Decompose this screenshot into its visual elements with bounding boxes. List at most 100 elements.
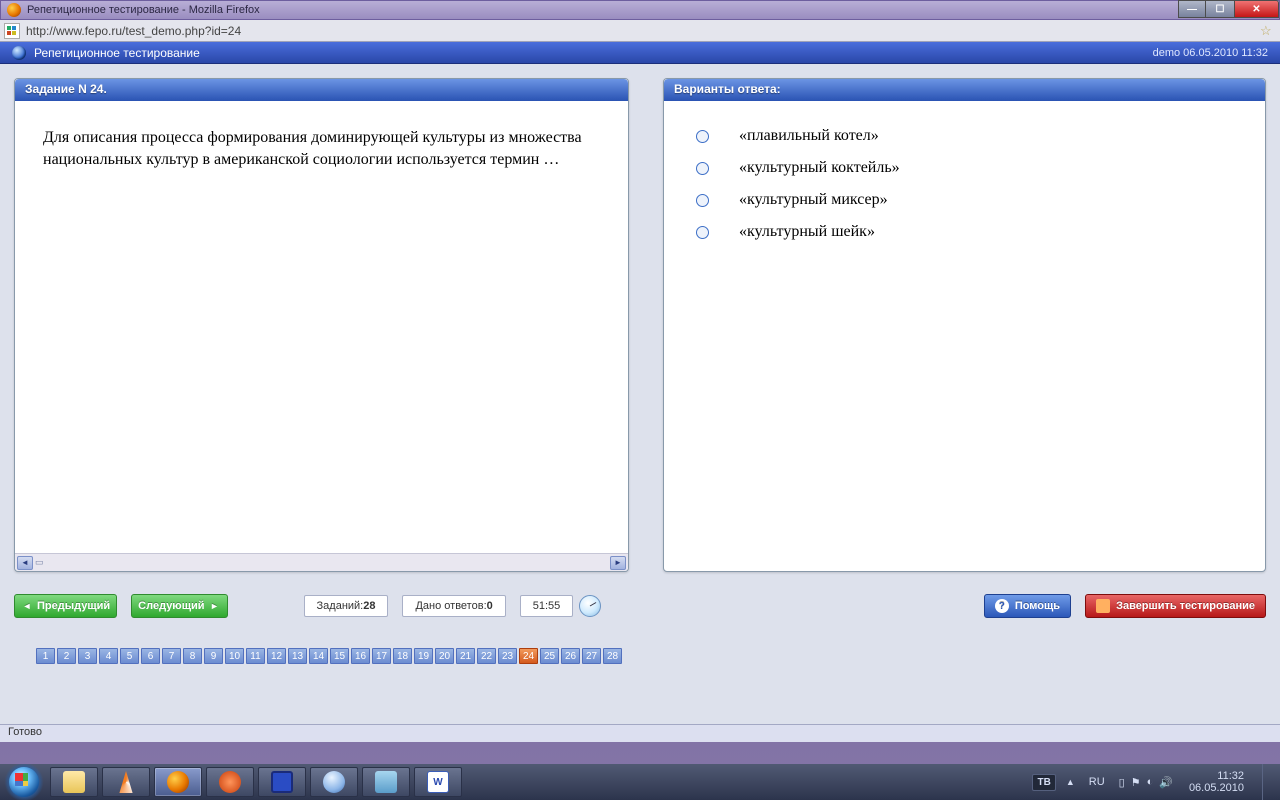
task-number-27[interactable]: 27	[582, 648, 601, 664]
show-desktop-button[interactable]	[1262, 764, 1272, 800]
answer-option-4[interactable]: «культурный шейк»	[692, 223, 1239, 241]
radio-icon[interactable]	[696, 130, 709, 143]
question-text: Для описания процесса формирования домин…	[43, 127, 602, 170]
finish-button[interactable]: Завершить тестирование	[1085, 594, 1266, 618]
task-number-11[interactable]: 11	[246, 648, 265, 664]
window-minimize-button[interactable]: —	[1178, 0, 1206, 18]
help-button[interactable]: ? Помощь	[984, 594, 1071, 618]
task-number-5[interactable]: 5	[120, 648, 139, 664]
tray-language[interactable]: RU	[1085, 774, 1109, 790]
taskbar-explorer[interactable]	[50, 767, 98, 797]
task-number-17[interactable]: 17	[372, 648, 391, 664]
app-title: Репетиционное тестирование	[34, 46, 200, 60]
radio-icon[interactable]	[696, 162, 709, 175]
task-number-25[interactable]: 25	[540, 648, 559, 664]
answer-label: «культурный миксер»	[739, 191, 888, 209]
taskbar-firefox[interactable]	[154, 767, 202, 797]
taskbar-vlc[interactable]	[102, 767, 150, 797]
task-number-24[interactable]: 24	[519, 648, 538, 664]
task-number-18[interactable]: 18	[393, 648, 412, 664]
window-maximize-button[interactable]: ☐	[1205, 0, 1235, 18]
task-number-12[interactable]: 12	[267, 648, 286, 664]
help-label: Помощь	[1015, 600, 1060, 612]
next-button[interactable]: Следующий ►	[131, 594, 227, 618]
site-icon[interactable]	[4, 23, 20, 39]
answer-label: «культурный коктейль»	[739, 159, 900, 177]
task-number-1[interactable]: 1	[36, 648, 55, 664]
task-number-13[interactable]: 13	[288, 648, 307, 664]
tray-network-icon[interactable]: ▯	[1119, 776, 1125, 789]
radio-icon[interactable]	[696, 194, 709, 207]
wmplayer-icon	[219, 771, 241, 793]
bookmark-star-icon[interactable]: ☆	[1260, 23, 1276, 39]
app-header: Репетиционное тестирование demo 06.05.20…	[0, 42, 1280, 64]
tray-date: 06.05.2010	[1189, 782, 1244, 794]
browser-status-bar: Готово	[0, 724, 1280, 742]
task-number-22[interactable]: 22	[477, 648, 496, 664]
floppy-icon	[271, 771, 293, 793]
question-panel: Задание N 24. Для описания процесса форм…	[14, 78, 629, 572]
task-number-20[interactable]: 20	[435, 648, 454, 664]
task-number-14[interactable]: 14	[309, 648, 328, 664]
answer-option-1[interactable]: «плавильный котел»	[692, 127, 1239, 145]
radio-icon[interactable]	[696, 226, 709, 239]
task-number-26[interactable]: 26	[561, 648, 580, 664]
tray-clock[interactable]: 11:32 06.05.2010	[1189, 770, 1244, 794]
tray-volume-icon[interactable]: 🔊	[1159, 776, 1173, 789]
task-number-7[interactable]: 7	[162, 648, 181, 664]
task-number-19[interactable]: 19	[414, 648, 433, 664]
question-panel-title: Задание N 24.	[15, 79, 628, 101]
answered-counter: Дано ответов: 0	[402, 595, 505, 617]
scroll-left-button[interactable]: ◄	[17, 556, 33, 570]
tray-flag-icon[interactable]: ⚑	[1131, 776, 1141, 789]
firefox-icon	[7, 3, 21, 17]
scroll-pager-indicator: ▭	[35, 557, 44, 568]
task-number-2[interactable]: 2	[57, 648, 76, 664]
windows-orb-icon	[9, 767, 39, 797]
start-button[interactable]	[0, 764, 48, 800]
picture-icon	[375, 771, 397, 793]
task-number-15[interactable]: 15	[330, 648, 349, 664]
next-button-label: Следующий	[138, 600, 204, 612]
window-close-button[interactable]: ✕	[1234, 0, 1279, 18]
task-number-28[interactable]: 28	[603, 648, 622, 664]
taskbar-floppy[interactable]	[258, 767, 306, 797]
task-number-8[interactable]: 8	[183, 648, 202, 664]
taskbar-pictures[interactable]	[362, 767, 410, 797]
task-number-16[interactable]: 16	[351, 648, 370, 664]
exit-icon	[1096, 599, 1110, 613]
windows-taskbar: W ТВ ▲ RU ▯ ⚑ ◐ 🔊 11:32 06.05.2010	[0, 764, 1280, 800]
answers-panel: Варианты ответа: «плавильный котел»«куль…	[663, 78, 1266, 572]
task-number-23[interactable]: 23	[498, 648, 517, 664]
tray-updates-icon[interactable]: ◐	[1147, 776, 1154, 788]
timer-value: 51:55	[520, 595, 574, 617]
prev-button-label: Предыдущий	[37, 600, 110, 612]
scroll-right-button[interactable]: ►	[610, 556, 626, 570]
url-text[interactable]: http://www.fepo.ru/test_demo.php?id=24	[26, 24, 1260, 38]
task-number-6[interactable]: 6	[141, 648, 160, 664]
address-bar: http://www.fepo.ru/test_demo.php?id=24 ☆	[0, 20, 1280, 42]
tasks-total: 28	[363, 600, 375, 612]
help-icon: ?	[995, 599, 1009, 613]
task-number-21[interactable]: 21	[456, 648, 475, 664]
tray-tv-badge[interactable]: ТВ	[1032, 774, 1055, 791]
answer-option-2[interactable]: «культурный коктейль»	[692, 159, 1239, 177]
answer-option-3[interactable]: «культурный миксер»	[692, 191, 1239, 209]
status-text: Готово	[8, 726, 42, 738]
taskbar-wmplayer[interactable]	[206, 767, 254, 797]
globe-icon	[12, 46, 26, 60]
itunes-icon	[323, 771, 345, 793]
task-number-3[interactable]: 3	[78, 648, 97, 664]
answer-label: «плавильный котел»	[739, 127, 879, 145]
taskbar-word[interactable]: W	[414, 767, 462, 797]
task-number-9[interactable]: 9	[204, 648, 223, 664]
answer-label: «культурный шейк»	[739, 223, 875, 241]
taskbar-itunes[interactable]	[310, 767, 358, 797]
tasks-label: Заданий:	[317, 600, 364, 612]
controls-strip: ◄ Предыдущий Следующий ► Заданий: 28 Дан…	[14, 594, 1266, 618]
arrow-left-icon: ◄	[21, 600, 33, 612]
prev-button[interactable]: ◄ Предыдущий	[14, 594, 117, 618]
task-number-4[interactable]: 4	[99, 648, 118, 664]
tray-chevron-icon[interactable]: ▲	[1066, 777, 1075, 787]
task-number-10[interactable]: 10	[225, 648, 244, 664]
